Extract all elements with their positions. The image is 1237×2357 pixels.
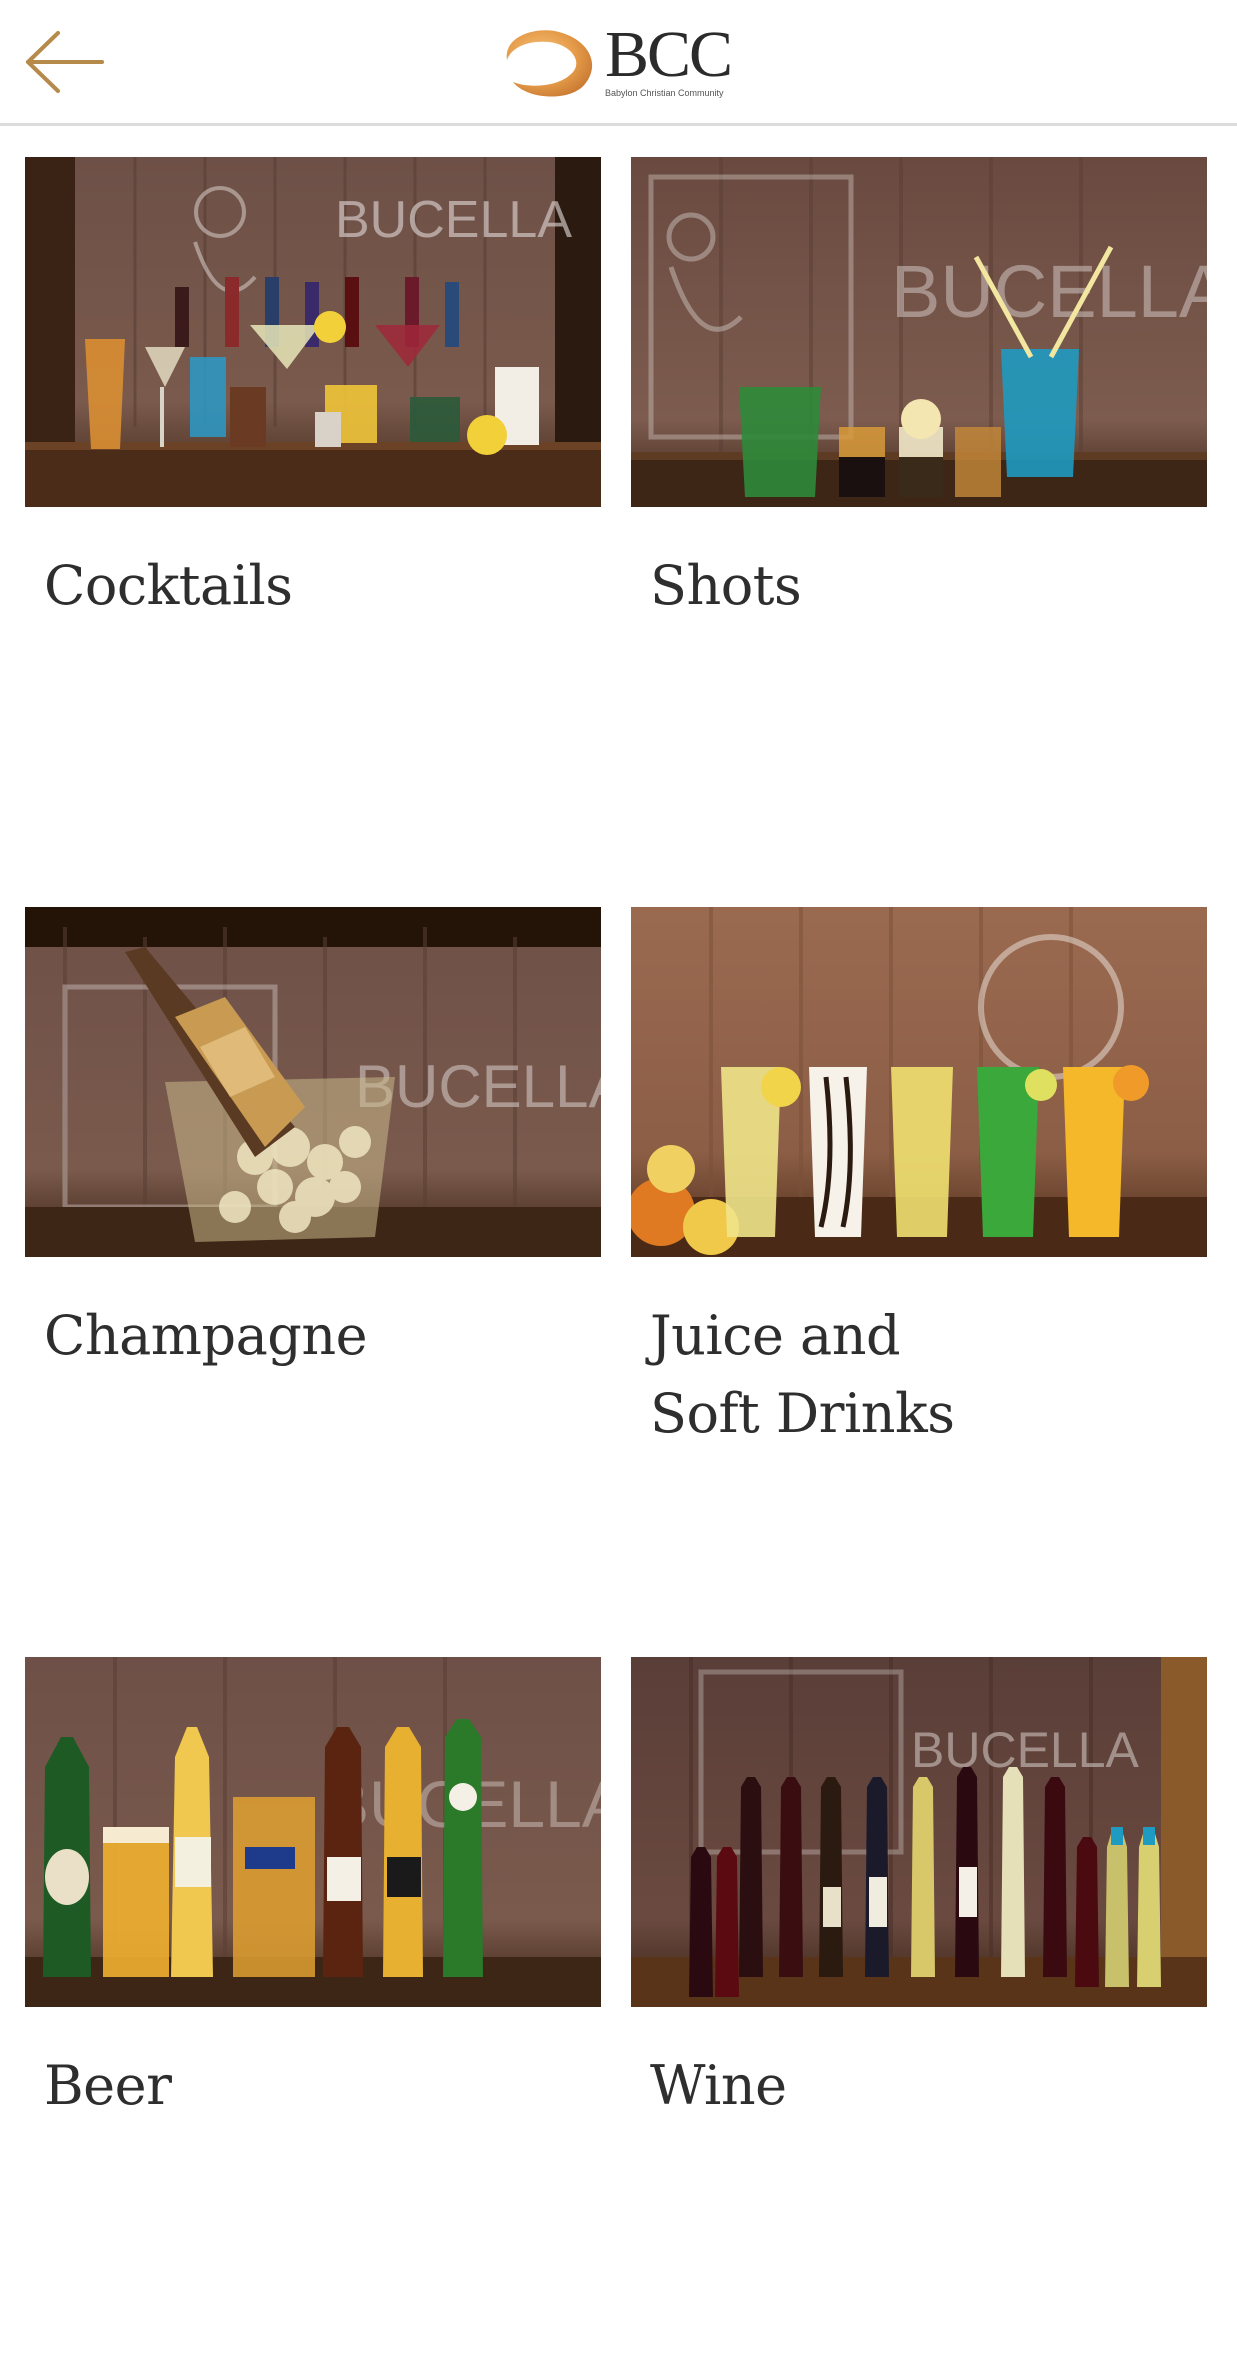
sign-text: BUCELLA [911, 1722, 1140, 1778]
category-card-shots[interactable]: BUCELLA Shots [631, 157, 1207, 857]
cocktails-photo: BUCELLA [25, 157, 601, 507]
beer-photo: BUCELLA [25, 1657, 601, 2007]
sign-text: BUCELLA [891, 250, 1207, 333]
logo-title: BCC [605, 18, 733, 91]
shots-photo: BUCELLA [631, 157, 1207, 507]
category-label: Cocktails [44, 554, 293, 617]
arrow-left-icon [26, 31, 104, 93]
category-label: Beer [44, 2054, 172, 2117]
category-card-champagne[interactable]: BUCELLA Champagne [25, 907, 601, 1607]
logo-mark-icon [506, 30, 593, 97]
category-card-wine[interactable]: BUCELLA Wine [631, 1657, 1207, 2357]
category-card-beer[interactable]: BUCELLA Beer [25, 1657, 601, 2357]
juice-photo [631, 907, 1207, 1257]
champagne-photo: BUCELLA [25, 907, 601, 1257]
category-label: Wine [650, 2054, 787, 2117]
category-label: Juice and Soft Drinks [650, 1304, 955, 1445]
category-card-juice-and-soft-drinks[interactable]: Juice and Soft Drinks [631, 907, 1207, 1607]
wine-photo: BUCELLA [631, 1657, 1207, 2007]
logo-subtitle: Babylon Christian Community [605, 88, 724, 98]
sign-text: BUCELLA [335, 191, 572, 249]
back-button[interactable] [22, 22, 108, 102]
app-header: BCC Babylon Christian Community [0, 0, 1237, 126]
category-label: Champagne [44, 1304, 368, 1367]
category-label: Shots [650, 554, 802, 617]
category-card-cocktails[interactable]: BUCELLA Cocktails [25, 157, 601, 857]
bcc-logo: BCC Babylon Christian Community [497, 18, 743, 106]
